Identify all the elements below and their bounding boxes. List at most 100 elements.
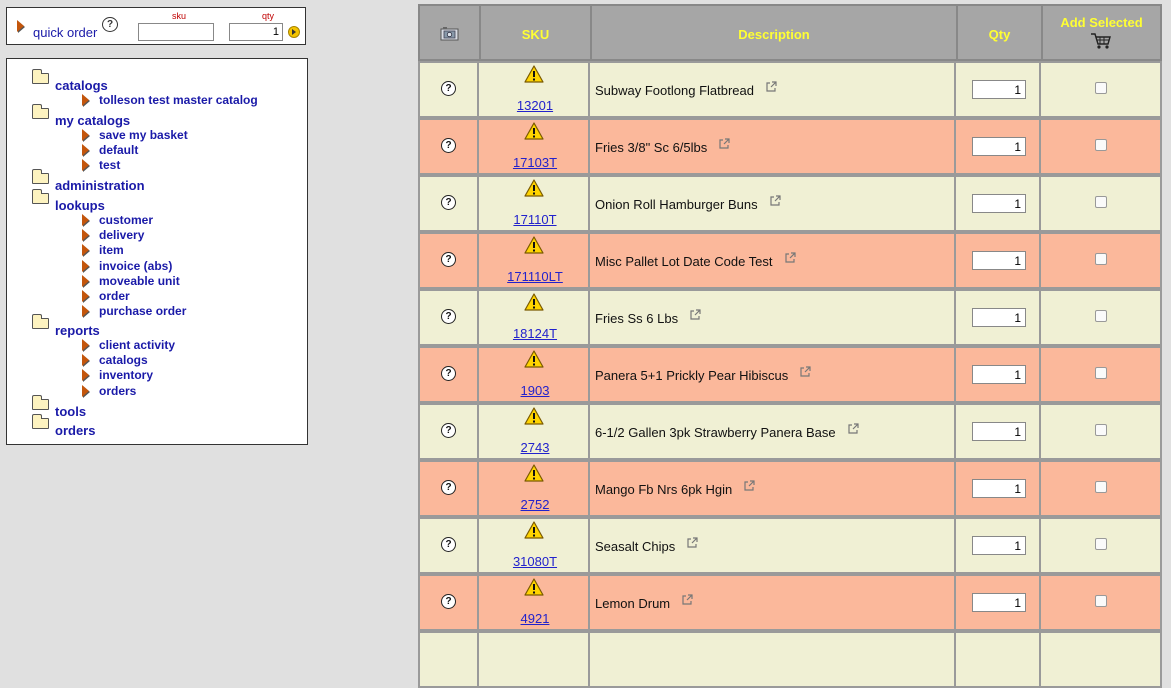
sku-link[interactable]: 17103T — [481, 155, 589, 170]
nav-item-order[interactable]: order — [99, 289, 130, 303]
item-help-icon[interactable]: ? — [441, 252, 456, 267]
item-description: Fries 3/8" Sc 6/5lbs — [595, 138, 730, 155]
folder-icon[interactable] — [32, 395, 49, 410]
warning-icon — [524, 407, 544, 425]
expand-arrow-icon — [82, 259, 89, 272]
catalog-view-icon[interactable] — [440, 26, 460, 42]
folder-icon[interactable] — [32, 69, 49, 84]
select-checkbox[interactable] — [1095, 82, 1107, 94]
nav-section-administration[interactable]: administration — [55, 178, 145, 193]
item-help-icon[interactable]: ? — [441, 195, 456, 210]
sku-link[interactable]: 31080T — [481, 554, 589, 569]
external-link-icon[interactable] — [682, 594, 693, 605]
expand-arrow-icon — [82, 244, 89, 257]
qty-input[interactable] — [972, 479, 1026, 498]
folder-icon[interactable] — [32, 314, 49, 329]
nav-item-default[interactable]: default — [99, 143, 138, 157]
nav-item-test[interactable]: test — [99, 158, 120, 172]
item-help-icon[interactable]: ? — [441, 81, 456, 96]
nav-item-customer[interactable]: customer — [99, 213, 153, 227]
external-link-icon[interactable] — [769, 195, 781, 206]
select-checkbox[interactable] — [1095, 538, 1107, 550]
sku-link[interactable]: 1903 — [481, 383, 589, 398]
sku-link[interactable]: 18124T — [481, 326, 589, 341]
qty-input[interactable] — [972, 137, 1026, 156]
item-help-icon[interactable]: ? — [441, 537, 456, 552]
external-link-icon[interactable] — [800, 366, 811, 377]
select-checkbox[interactable] — [1095, 139, 1107, 151]
go-arrow-icon[interactable] — [288, 26, 300, 38]
nav-item-inventory[interactable]: inventory — [99, 368, 153, 382]
nav-section-catalogs[interactable]: catalogs — [55, 78, 108, 93]
nav-section-tools[interactable]: tools — [55, 404, 86, 419]
item-help-icon[interactable]: ? — [441, 594, 456, 609]
qty-input[interactable] — [972, 536, 1026, 555]
nav-item-client-activity[interactable]: client activity — [99, 338, 175, 352]
nav-item-catalogs[interactable]: catalogs — [99, 353, 148, 367]
select-checkbox[interactable] — [1095, 367, 1107, 379]
nav-item-invoice-abs-[interactable]: invoice (abs) — [99, 259, 172, 273]
item-help-icon[interactable]: ? — [441, 423, 456, 438]
sku-link[interactable]: 171110LT — [481, 269, 589, 284]
select-checkbox[interactable] — [1095, 481, 1107, 493]
help-icon[interactable]: ? — [102, 17, 118, 32]
add-selected-header[interactable]: Add Selected — [1043, 15, 1160, 30]
warning-icon — [524, 236, 544, 254]
cart-icon[interactable] — [1090, 32, 1112, 50]
quick-order-qty-input[interactable] — [229, 23, 283, 41]
qty-input[interactable] — [972, 308, 1026, 327]
external-link-icon[interactable] — [784, 252, 796, 263]
folder-icon[interactable] — [32, 104, 49, 119]
expand-arrow-icon[interactable] — [17, 20, 24, 32]
qty-input[interactable] — [972, 593, 1026, 612]
nav-item-item[interactable]: item — [99, 243, 124, 257]
table-row: ? 4921 Lemon Drum — [418, 574, 1162, 631]
select-checkbox[interactable] — [1095, 424, 1107, 436]
folder-icon[interactable] — [32, 169, 49, 184]
folder-icon[interactable] — [32, 189, 49, 204]
quick-order-sku-input[interactable] — [138, 23, 214, 41]
nav-item-delivery[interactable]: delivery — [99, 228, 144, 242]
select-checkbox[interactable] — [1095, 310, 1107, 322]
external-link-icon[interactable] — [766, 81, 777, 92]
sku-column-header[interactable]: SKU — [481, 27, 590, 42]
description-text: Lemon Drum — [595, 596, 671, 611]
sku-link[interactable]: 4921 — [481, 611, 589, 626]
nav-item-save-my-basket[interactable]: save my basket — [99, 128, 188, 142]
description-column-header[interactable]: Description — [592, 27, 956, 42]
select-checkbox[interactable] — [1095, 253, 1107, 265]
qty-input[interactable] — [972, 194, 1026, 213]
item-help-icon[interactable]: ? — [441, 309, 456, 324]
external-link-icon[interactable] — [687, 537, 698, 548]
description-text: Seasalt Chips — [595, 539, 676, 554]
external-link-icon[interactable] — [744, 480, 755, 491]
table-row: ? 31080T Seasalt Chips — [418, 517, 1162, 574]
nav-section-reports[interactable]: reports — [55, 323, 100, 338]
select-checkbox[interactable] — [1095, 196, 1107, 208]
qty-input[interactable] — [972, 80, 1026, 99]
sku-link[interactable]: 2752 — [481, 497, 589, 512]
qty-input[interactable] — [972, 251, 1026, 270]
nav-item-purchase-order[interactable]: purchase order — [99, 304, 186, 318]
folder-icon[interactable] — [32, 414, 49, 429]
external-link-icon[interactable] — [848, 423, 859, 434]
item-help-icon[interactable]: ? — [441, 138, 456, 153]
sku-link[interactable]: 2743 — [481, 440, 589, 455]
nav-item-tolleson-test-master-catalog[interactable]: tolleson test master catalog — [99, 93, 258, 107]
nav-section-orders[interactable]: orders — [55, 423, 95, 438]
nav-section-lookups[interactable]: lookups — [55, 198, 105, 213]
item-help-icon[interactable]: ? — [441, 480, 456, 495]
item-description: Panera 5+1 Prickly Pear Hibiscus — [595, 366, 811, 383]
item-help-icon[interactable]: ? — [441, 366, 456, 381]
nav-section-my-catalogs[interactable]: my catalogs — [55, 113, 130, 128]
nav-item-orders[interactable]: orders — [99, 384, 136, 398]
qty-input[interactable] — [972, 365, 1026, 384]
external-link-icon[interactable] — [719, 138, 730, 149]
nav-item-moveable-unit[interactable]: moveable unit — [99, 274, 180, 288]
qty-input[interactable] — [972, 422, 1026, 441]
external-link-icon[interactable] — [690, 309, 701, 320]
sku-link[interactable]: 17110T — [481, 212, 589, 227]
sku-link[interactable]: 13201 — [481, 98, 589, 113]
select-checkbox[interactable] — [1095, 595, 1107, 607]
quick-order-link[interactable]: quick order — [33, 25, 97, 40]
